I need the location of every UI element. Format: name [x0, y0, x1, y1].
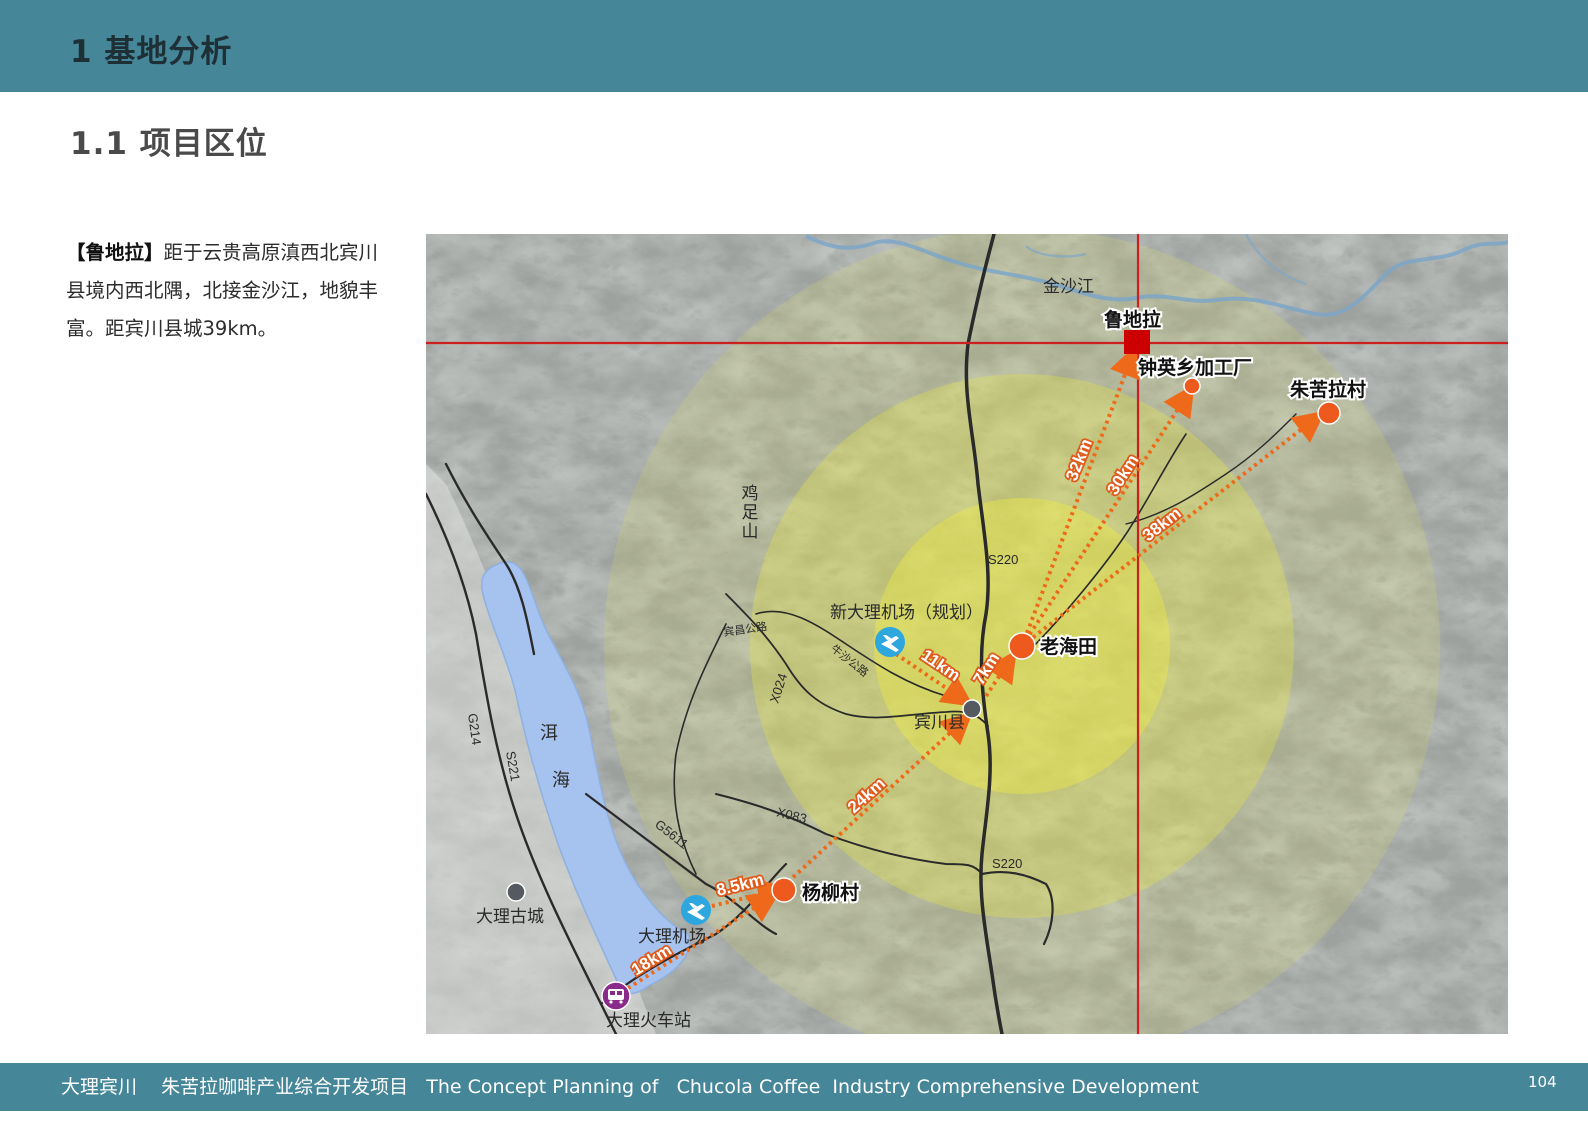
footer-project-title: 大理宾川 朱苦拉咖啡产业综合开发项目 The Concept Planning … — [61, 1076, 1199, 1098]
road-label-s220-north: S220 — [988, 552, 1018, 567]
dali-station-train-icon — [601, 981, 631, 1011]
description-text: 【鲁地拉】距于云贵高原滇西北宾川县境内西北隅，北接金沙江，地貌丰富。距宾川县城3… — [66, 234, 394, 348]
laohaitian-marker — [1008, 632, 1036, 660]
dali-old-town-marker — [506, 882, 526, 902]
location-map: 32km 30km 38km 11km 7km 24km 8.5km 18km … — [426, 234, 1508, 1034]
section-title: 1.1 项目区位 — [70, 126, 268, 162]
zhongying-factory-marker — [1183, 377, 1201, 395]
label-jinsha-river: 金沙江 — [1043, 277, 1094, 296]
label-ludila: 鲁地拉 — [1103, 308, 1161, 331]
ludila-square-marker-icon — [1124, 330, 1150, 354]
label-dali-station: 大理火车站 — [606, 1011, 691, 1030]
label-zhukula-village: 朱苦拉村 — [1290, 378, 1366, 401]
chapter-title: 1 基地分析 — [70, 34, 233, 70]
label-zhongying-factory: 钟英乡加工厂 — [1138, 356, 1252, 379]
label-jizu-mountain: 鸡足山 — [739, 484, 759, 541]
label-erhai-1: 洱 — [540, 723, 558, 743]
label-binchuan-county: 宾川县 — [914, 713, 965, 732]
dali-airplane-icon — [681, 895, 711, 925]
new-dali-airplane-icon — [875, 627, 905, 657]
label-new-dali-airport: 新大理机场（规划） — [830, 603, 983, 622]
header-bar — [0, 0, 1588, 92]
label-dali-airport: 大理机场 — [638, 927, 706, 946]
zhukula-village-marker — [1317, 401, 1341, 425]
yangliu-village-marker — [771, 877, 797, 903]
label-erhai-2: 海 — [552, 770, 570, 790]
label-dali-old-town: 大理古城 — [476, 907, 544, 926]
map-svg: 32km 30km 38km 11km 7km 24km 8.5km 18km … — [426, 234, 1508, 1034]
page-number: 104 — [1528, 1073, 1557, 1091]
label-yangliu-village: 杨柳村 — [802, 881, 859, 904]
label-laohaitian: 老海田 — [1040, 635, 1097, 658]
description-lead: 【鲁地拉】 — [66, 241, 164, 264]
road-label-s220-south: S220 — [992, 856, 1022, 871]
binchuan-county-marker — [962, 699, 982, 719]
